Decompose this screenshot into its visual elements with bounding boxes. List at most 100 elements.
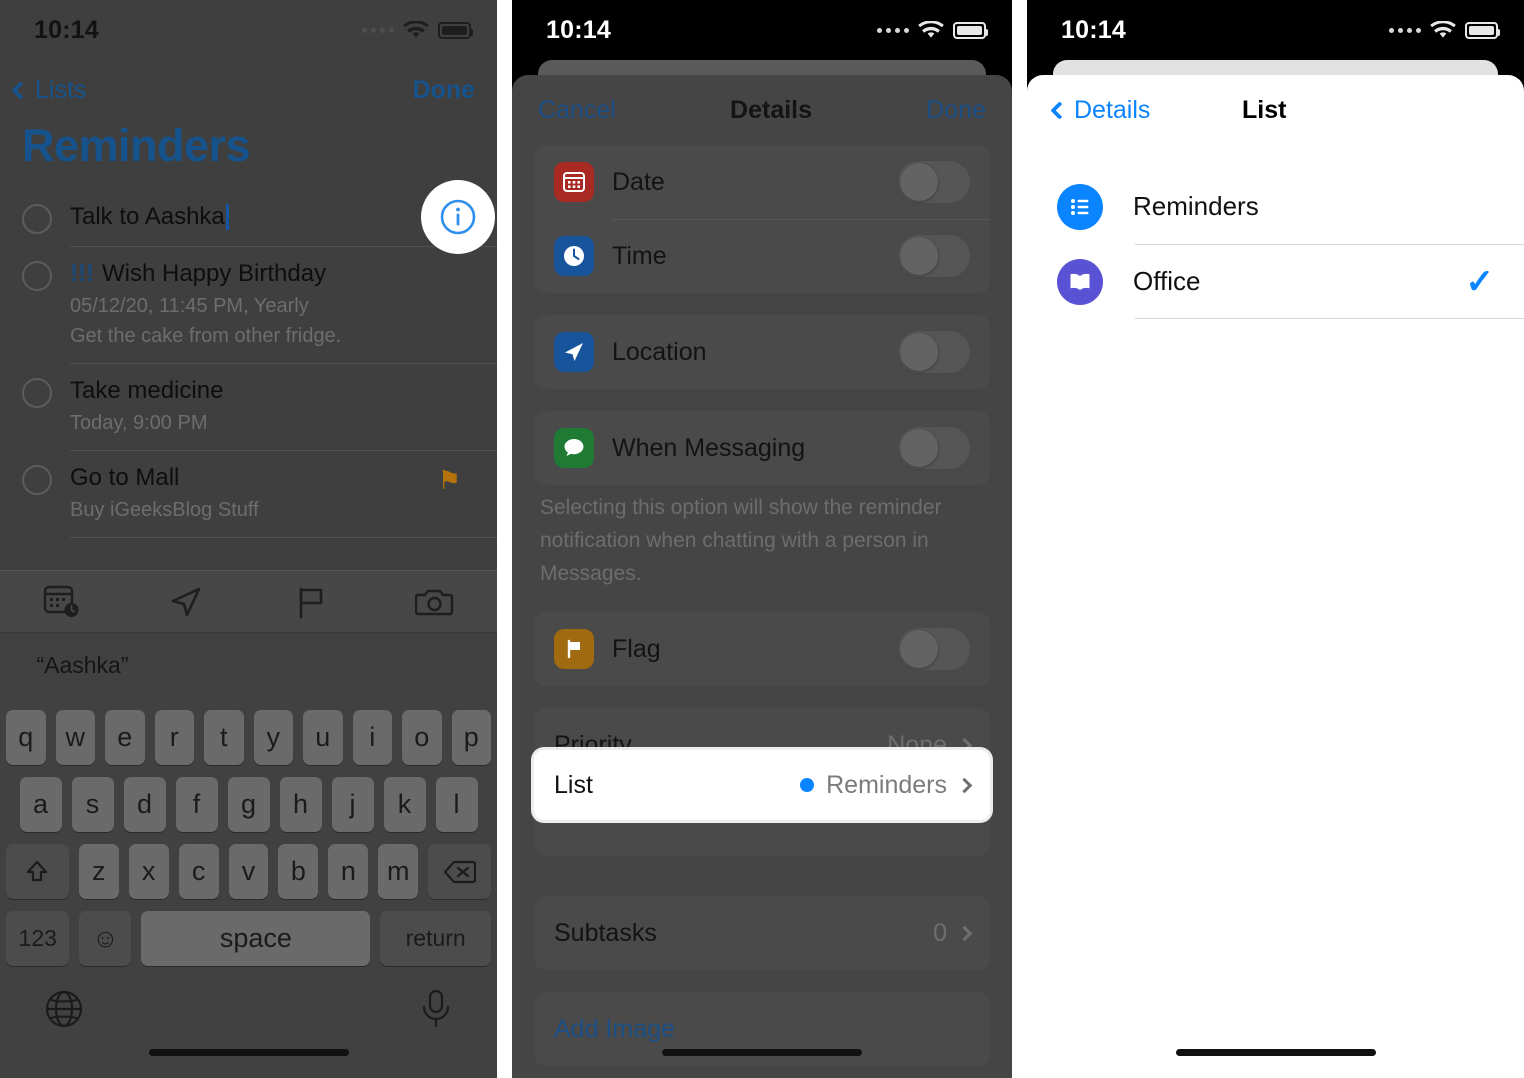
key-i[interactable]: i xyxy=(352,710,392,765)
key-v[interactable]: v xyxy=(228,844,269,899)
list-option-reminders[interactable]: Reminders xyxy=(1057,169,1524,244)
reminder-title: Take medicine xyxy=(70,377,224,404)
list-item[interactable]: Take medicine Today, 9:00 PM xyxy=(0,364,497,450)
globe-icon[interactable] xyxy=(44,989,84,1029)
add-flag-button[interactable] xyxy=(249,584,373,620)
complete-circle-icon[interactable] xyxy=(22,261,52,291)
clock-icon xyxy=(554,236,594,276)
keyboard-row-3: z x c v b n m xyxy=(0,844,497,899)
add-date-button[interactable] xyxy=(0,584,124,620)
list-item[interactable]: ⚑ Go to Mall Buy iGeeksBlog Stuff xyxy=(0,451,497,537)
status-bar-indicators xyxy=(1389,20,1500,40)
status-bar: 10:14 xyxy=(0,0,497,60)
reminder-title-row: Talk to Aashka xyxy=(70,200,475,234)
add-photo-button[interactable] xyxy=(373,585,497,619)
key-k[interactable]: k xyxy=(383,777,426,832)
reminder-title-row: Go to Mall xyxy=(70,461,475,495)
row-location[interactable]: Location xyxy=(534,315,990,389)
key-q[interactable]: q xyxy=(6,710,46,765)
back-to-details-button[interactable]: Details xyxy=(1050,95,1151,125)
key-p[interactable]: p xyxy=(451,710,491,765)
space-key[interactable]: space xyxy=(141,911,371,966)
key-s[interactable]: s xyxy=(71,777,114,832)
done-button[interactable]: Done xyxy=(413,76,476,105)
row-flag[interactable]: Flag xyxy=(534,612,990,686)
suggestion-1[interactable]: “Aashka” xyxy=(0,652,165,679)
home-indicator xyxy=(662,1049,862,1056)
reminders-list: Talk to Aashka !!! Wish Happy Birthday 0… xyxy=(0,190,497,538)
list-picker-sheet: Details List Reminders Office ✓ xyxy=(1027,75,1524,1078)
wifi-icon xyxy=(403,20,429,38)
panel-reminder-details: 10:14 Cancel Details Done Date Time Loca… xyxy=(512,0,1012,1078)
key-m[interactable]: m xyxy=(378,844,419,899)
calendar-clock-icon xyxy=(43,585,79,617)
flag-toggle[interactable] xyxy=(898,628,970,670)
key-g[interactable]: g xyxy=(227,777,270,832)
screenshot-stage: 10:14 Lists Done Reminders Talk to Aashk… xyxy=(0,0,1524,1078)
back-to-lists-button[interactable]: Lists xyxy=(11,76,86,105)
key-b[interactable]: b xyxy=(278,844,319,899)
add-location-button[interactable] xyxy=(124,584,248,620)
date-time-group: Date Time xyxy=(534,145,990,293)
complete-circle-icon[interactable] xyxy=(22,378,52,408)
key-r[interactable]: r xyxy=(154,710,194,765)
row-label: Subtasks xyxy=(554,918,657,947)
complete-circle-icon[interactable] xyxy=(22,465,52,495)
key-z[interactable]: z xyxy=(78,844,119,899)
add-image-label: Add Image xyxy=(554,1014,675,1043)
key-u[interactable]: u xyxy=(303,710,343,765)
row-subtasks[interactable]: Subtasks 0 xyxy=(534,896,990,970)
key-w[interactable]: w xyxy=(55,710,95,765)
status-bar-indicators xyxy=(362,20,473,40)
panel-reminders-list: 10:14 Lists Done Reminders Talk to Aashk… xyxy=(0,0,497,1078)
key-l[interactable]: l xyxy=(435,777,478,832)
location-toggle[interactable] xyxy=(898,331,970,373)
key-h[interactable]: h xyxy=(279,777,322,832)
row-time[interactable]: Time xyxy=(534,219,990,293)
numbers-key[interactable]: 123 xyxy=(6,911,70,966)
key-f[interactable]: f xyxy=(175,777,218,832)
keyboard-row-1: q w e r t y u i o p xyxy=(0,710,497,765)
reminder-title-row: !!! Wish Happy Birthday xyxy=(70,257,475,291)
key-a[interactable]: a xyxy=(19,777,62,832)
reminder-title: Talk to Aashka xyxy=(70,203,225,230)
location-arrow-icon xyxy=(172,587,201,616)
complete-circle-icon[interactable] xyxy=(22,204,52,234)
return-key[interactable]: return xyxy=(380,911,491,966)
backspace-key[interactable] xyxy=(428,844,491,899)
battery-icon xyxy=(438,21,473,39)
key-t[interactable]: t xyxy=(204,710,244,765)
microphone-icon[interactable] xyxy=(419,988,453,1030)
list-option-office[interactable]: Office ✓ xyxy=(1057,244,1524,319)
emoji-smiley-icon[interactable]: ☺ xyxy=(79,911,132,966)
reminder-title: Go to Mall xyxy=(70,464,180,491)
back-button-label: Details xyxy=(1074,95,1151,124)
shift-key[interactable] xyxy=(6,844,69,899)
cancel-button[interactable]: Cancel xyxy=(538,96,616,125)
row-label: Location xyxy=(612,337,707,366)
list-item[interactable]: !!! Wish Happy Birthday 05/12/20, 11:45 … xyxy=(0,247,497,363)
row-list-highlighted[interactable]: List Reminders xyxy=(534,750,990,820)
done-button[interactable]: Done xyxy=(926,96,986,125)
key-d[interactable]: d xyxy=(123,777,166,832)
key-n[interactable]: n xyxy=(328,844,369,899)
row-label: Flag xyxy=(612,634,661,663)
row-when-messaging[interactable]: When Messaging xyxy=(534,411,990,485)
row-date[interactable]: Date xyxy=(534,145,990,219)
key-x[interactable]: x xyxy=(128,844,169,899)
key-o[interactable]: o xyxy=(402,710,442,765)
priority-exclamation: !!! xyxy=(70,260,94,287)
key-e[interactable]: e xyxy=(105,710,145,765)
time-toggle[interactable] xyxy=(898,235,970,277)
date-toggle[interactable] xyxy=(898,161,970,203)
info-button[interactable] xyxy=(421,180,495,254)
reminder-date: Today, 9:00 PM xyxy=(70,412,208,434)
location-arrow-icon xyxy=(554,332,594,372)
key-j[interactable]: j xyxy=(331,777,374,832)
chevron-right-icon xyxy=(956,925,973,941)
row-label: List xyxy=(554,770,593,799)
status-bar-time: 10:14 xyxy=(1061,15,1126,44)
when-messaging-toggle[interactable] xyxy=(898,427,970,469)
key-y[interactable]: y xyxy=(253,710,293,765)
key-c[interactable]: c xyxy=(178,844,219,899)
